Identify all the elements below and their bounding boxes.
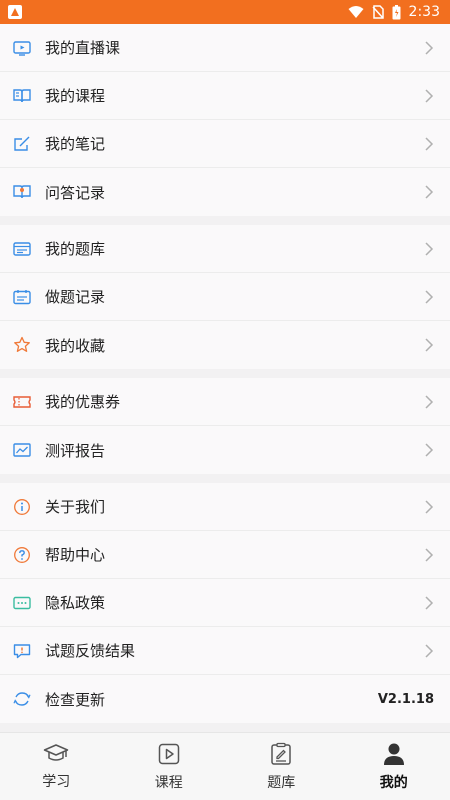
user-profile-icon <box>383 742 405 766</box>
menu-item-help-center[interactable]: 帮助中心 <box>0 531 450 579</box>
app-notification-icon <box>8 5 22 19</box>
menu-item-privacy-policy[interactable]: 隐私政策 <box>0 579 450 627</box>
exam-paper-icon <box>269 742 293 766</box>
chevron-right-icon <box>424 499 434 515</box>
pen-note-icon <box>12 134 32 154</box>
chevron-right-icon <box>424 595 434 611</box>
menu-group-benefits: 我的优惠券 测评报告 <box>0 378 450 474</box>
chevron-right-icon <box>424 337 434 353</box>
qa-book-icon <box>12 182 32 202</box>
menu-item-practice-records[interactable]: 做题记录 <box>0 273 450 321</box>
menu-item-qa-records[interactable]: 问答记录 <box>0 168 450 216</box>
feedback-icon <box>12 641 32 661</box>
menu-item-assessment-report[interactable]: 测评报告 <box>0 426 450 474</box>
tab-courses[interactable]: 课程 <box>113 733 226 800</box>
star-icon <box>12 335 32 355</box>
app-version: V2.1.18 <box>377 691 434 707</box>
menu-item-about-us[interactable]: 关于我们 <box>0 483 450 531</box>
menu-item-my-live-courses[interactable]: 我的直播课 <box>0 24 450 72</box>
chevron-right-icon <box>424 547 434 563</box>
play-course-icon <box>157 742 181 766</box>
open-book-icon <box>12 86 32 106</box>
chevron-right-icon <box>424 289 434 305</box>
bottom-navigation: 学习 课程 题库 我的 <box>0 732 450 800</box>
tab-study[interactable]: 学习 <box>0 733 113 800</box>
chevron-right-icon <box>424 88 434 104</box>
ticket-icon <box>12 392 32 412</box>
privacy-icon <box>12 593 32 613</box>
graduation-cap-icon <box>43 743 69 765</box>
menu-group-about: 关于我们 帮助中心 隐私政策 试题反馈结果 检查更新 V2.1.18 <box>0 483 450 723</box>
chart-report-icon <box>12 440 32 460</box>
chevron-right-icon <box>424 241 434 257</box>
chevron-right-icon <box>424 184 434 200</box>
chevron-right-icon <box>424 643 434 659</box>
live-tv-icon <box>12 38 32 58</box>
menu-list: 我的直播课 我的课程 我的笔记 问答记录 我的题库 做题记录 我的收藏 我的优惠… <box>0 24 450 726</box>
tab-mine[interactable]: 我的 <box>338 733 450 800</box>
menu-group-questions: 我的题库 做题记录 我的收藏 <box>0 225 450 369</box>
status-time: 2:33 <box>408 4 440 20</box>
menu-item-question-feedback[interactable]: 试题反馈结果 <box>0 627 450 675</box>
menu-group-learning: 我的直播课 我的课程 我的笔记 问答记录 <box>0 24 450 216</box>
info-icon <box>12 497 32 517</box>
menu-item-check-update[interactable]: 检查更新 V2.1.18 <box>0 675 450 723</box>
wifi-icon <box>348 5 364 19</box>
group-divider <box>0 369 450 378</box>
menu-item-my-coupons[interactable]: 我的优惠券 <box>0 378 450 426</box>
no-sim-icon <box>371 5 384 19</box>
group-divider <box>0 216 450 225</box>
menu-item-my-favorites[interactable]: 我的收藏 <box>0 321 450 369</box>
group-divider <box>0 474 450 483</box>
chevron-right-icon <box>424 442 434 458</box>
tab-question-bank[interactable]: 题库 <box>225 733 338 800</box>
menu-item-my-notes[interactable]: 我的笔记 <box>0 120 450 168</box>
menu-item-my-question-bank[interactable]: 我的题库 <box>0 225 450 273</box>
help-icon <box>12 545 32 565</box>
chevron-right-icon <box>424 136 434 152</box>
question-bank-icon <box>12 239 32 259</box>
status-bar: 2:33 <box>0 0 450 24</box>
menu-item-my-courses[interactable]: 我的课程 <box>0 72 450 120</box>
chevron-right-icon <box>424 394 434 410</box>
battery-icon <box>392 4 401 20</box>
refresh-icon <box>12 689 32 709</box>
calendar-record-icon <box>12 287 32 307</box>
chevron-right-icon <box>424 40 434 56</box>
